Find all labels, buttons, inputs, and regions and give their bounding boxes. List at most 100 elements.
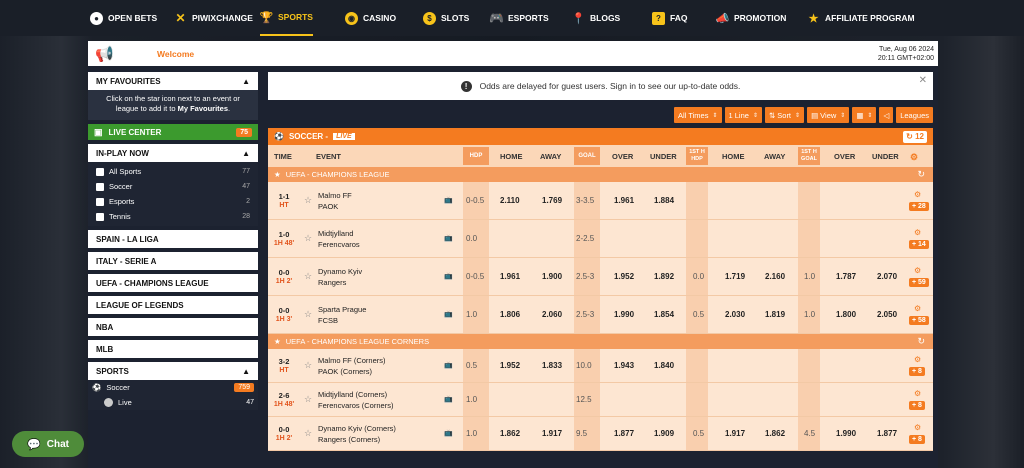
more-markets-button[interactable]: + 8	[909, 367, 925, 376]
checkbox[interactable]	[96, 167, 104, 176]
more-markets-button[interactable]: + 28	[909, 202, 929, 211]
tv-icon[interactable]: 📺	[444, 429, 453, 437]
star-icon[interactable]: ☆	[304, 309, 312, 320]
live-center-button[interactable]: ▣ LIVE CENTER 75	[88, 124, 258, 140]
stats-icon[interactable]: ⚙	[914, 304, 921, 313]
odds-cell[interactable]: 1.952	[500, 361, 520, 370]
nav-esports[interactable]: 🎮 ESPORTS	[489, 0, 549, 36]
more-markets-button[interactable]: + 8	[909, 435, 925, 444]
nav-affiliate-program[interactable]: ★ AFFILIATE PROGRAM	[807, 0, 915, 36]
nav-piwixchange[interactable]: ✕ PIWIXCHANGE	[174, 0, 252, 36]
nav-promotion[interactable]: 📣 PROMOTION	[716, 0, 787, 36]
away-team[interactable]: PAOK (Corners)	[318, 367, 372, 376]
stats-icon[interactable]: ⚙	[914, 266, 921, 275]
stats-icon[interactable]: ⚙	[914, 423, 921, 432]
nav-blogs[interactable]: 📍 BLOGS	[572, 0, 621, 36]
inplay-item[interactable]: Tennis 28	[88, 209, 258, 224]
away-team[interactable]: Rangers	[318, 278, 346, 287]
odds-cell[interactable]: 1.840	[654, 361, 674, 370]
quick-link-champions-league[interactable]: UEFA - CHAMPIONS LEAGUE	[88, 274, 258, 292]
odds-cell[interactable]: 1.787	[836, 272, 856, 281]
quick-link-serie-a[interactable]: ITALY - SERIE A	[88, 252, 258, 270]
star-icon[interactable]: ☆	[304, 360, 312, 371]
odds-cell[interactable]: 1.917	[542, 429, 562, 438]
nav-faq[interactable]: ? FAQ	[652, 0, 687, 36]
home-team[interactable]: Malmo FF	[318, 191, 352, 200]
odds-cell[interactable]: 1.862	[500, 429, 520, 438]
more-markets-button[interactable]: + 14	[909, 240, 929, 249]
tv-icon[interactable]: 📺	[444, 272, 453, 280]
quick-link-nba[interactable]: NBA	[88, 318, 258, 336]
refresh-icon[interactable]: ↻	[917, 169, 925, 180]
more-markets-button[interactable]: + 59	[909, 278, 929, 287]
home-team[interactable]: Sparta Prague	[318, 305, 366, 314]
home-team[interactable]: Midtjylland	[318, 229, 353, 238]
odds-cell[interactable]: 1.719	[725, 272, 745, 281]
away-team[interactable]: PAOK	[318, 202, 338, 211]
odds-cell[interactable]: 0-0.5	[466, 196, 484, 205]
nav-casino[interactable]: ◉ CASINO	[345, 0, 396, 36]
odds-cell[interactable]: 3-3.5	[576, 196, 594, 205]
quick-link-mlb[interactable]: MLB	[88, 340, 258, 358]
league-header[interactable]: ★ UEFA - CHAMPIONS LEAGUE ↻	[268, 167, 933, 182]
odds-cell[interactable]: 1.892	[654, 272, 674, 281]
star-icon[interactable]: ☆	[304, 428, 312, 439]
odds-cell[interactable]: 10.0	[576, 361, 592, 370]
odds-cell[interactable]: 1.0	[466, 310, 477, 319]
odds-cell[interactable]: 2.160	[765, 272, 785, 281]
away-team[interactable]: Rangers (Corners)	[318, 435, 380, 444]
quick-link-la-liga[interactable]: SPAIN - LA LIGA	[88, 230, 258, 248]
view-select[interactable]: ▤ View ⇕	[807, 107, 850, 123]
odds-cell[interactable]: 1.943	[614, 361, 634, 370]
odds-cell[interactable]: 2-2.5	[576, 234, 594, 243]
odds-cell[interactable]: 1.0	[466, 395, 477, 404]
nav-sports[interactable]: 🏆 SPORTS	[260, 0, 313, 36]
home-team[interactable]: Dynamo Kyiv (Corners)	[318, 424, 396, 433]
inplay-item[interactable]: Esports 2	[88, 194, 258, 209]
odds-cell[interactable]: 12.5	[576, 395, 592, 404]
all-times-select[interactable]: All Times ⇕	[674, 107, 722, 123]
home-team[interactable]: Dynamo Kyiv	[318, 267, 362, 276]
odds-cell[interactable]: 2.5-3	[576, 310, 594, 319]
odds-cell[interactable]: 0.5	[693, 310, 704, 319]
odds-cell[interactable]: 1.990	[614, 310, 634, 319]
nav-slots[interactable]: $ SLOTS	[423, 0, 469, 36]
league-header[interactable]: ★ UEFA - CHAMPIONS LEAGUE CORNERS ↻	[268, 334, 933, 349]
tv-icon[interactable]: 📺	[444, 196, 453, 204]
odds-cell[interactable]: 0.5	[693, 429, 704, 438]
odds-cell[interactable]: 1.961	[614, 196, 634, 205]
home-team[interactable]: Midtjylland (Corners)	[318, 390, 387, 399]
inplay-item[interactable]: Soccer 47	[88, 179, 258, 194]
refresh-button[interactable]: ↻ 12	[903, 130, 927, 143]
odds-cell[interactable]: 1.952	[614, 272, 634, 281]
odds-cell[interactable]: 1.854	[654, 310, 674, 319]
line-select[interactable]: 1 Line ⇕	[724, 107, 762, 123]
odds-cell[interactable]: 1.0	[804, 272, 815, 281]
star-icon[interactable]: ★	[274, 170, 281, 179]
stats-icon[interactable]: ⚙	[914, 389, 921, 398]
tv-icon[interactable]: 📺	[444, 361, 453, 369]
star-icon[interactable]: ☆	[304, 271, 312, 282]
checkbox[interactable]	[96, 197, 104, 206]
odds-cell[interactable]: 0.0	[693, 272, 704, 281]
checkbox[interactable]	[96, 182, 104, 191]
tv-icon[interactable]: 📺	[444, 234, 453, 242]
odds-cell[interactable]: 9.5	[576, 429, 587, 438]
odds-cell[interactable]: 2.060	[542, 310, 562, 319]
sport-soccer[interactable]: ⚽ Soccer 759	[88, 380, 258, 395]
sport-live[interactable]: Live 47	[88, 395, 258, 410]
odds-cell[interactable]: 1.990	[836, 429, 856, 438]
odds-cell[interactable]: 2.030	[725, 310, 745, 319]
home-team[interactable]: Malmo FF (Corners)	[318, 356, 386, 365]
odds-cell[interactable]: 1.800	[836, 310, 856, 319]
odds-cell[interactable]: 0.5	[466, 361, 477, 370]
odds-cell[interactable]: 1.884	[654, 196, 674, 205]
odds-cell[interactable]: 4.5	[804, 429, 815, 438]
quick-link-league-of-legends[interactable]: LEAGUE OF LEGENDS	[88, 296, 258, 314]
away-team[interactable]: FCSB	[318, 316, 338, 325]
nav-open-bets[interactable]: ● OPEN BETS	[90, 0, 157, 36]
close-icon[interactable]: ✕	[919, 75, 927, 86]
stats-icon[interactable]: ⚙	[914, 228, 921, 237]
odds-cell[interactable]: 2.5-3	[576, 272, 594, 281]
odds-cell[interactable]: 1.0	[466, 429, 477, 438]
